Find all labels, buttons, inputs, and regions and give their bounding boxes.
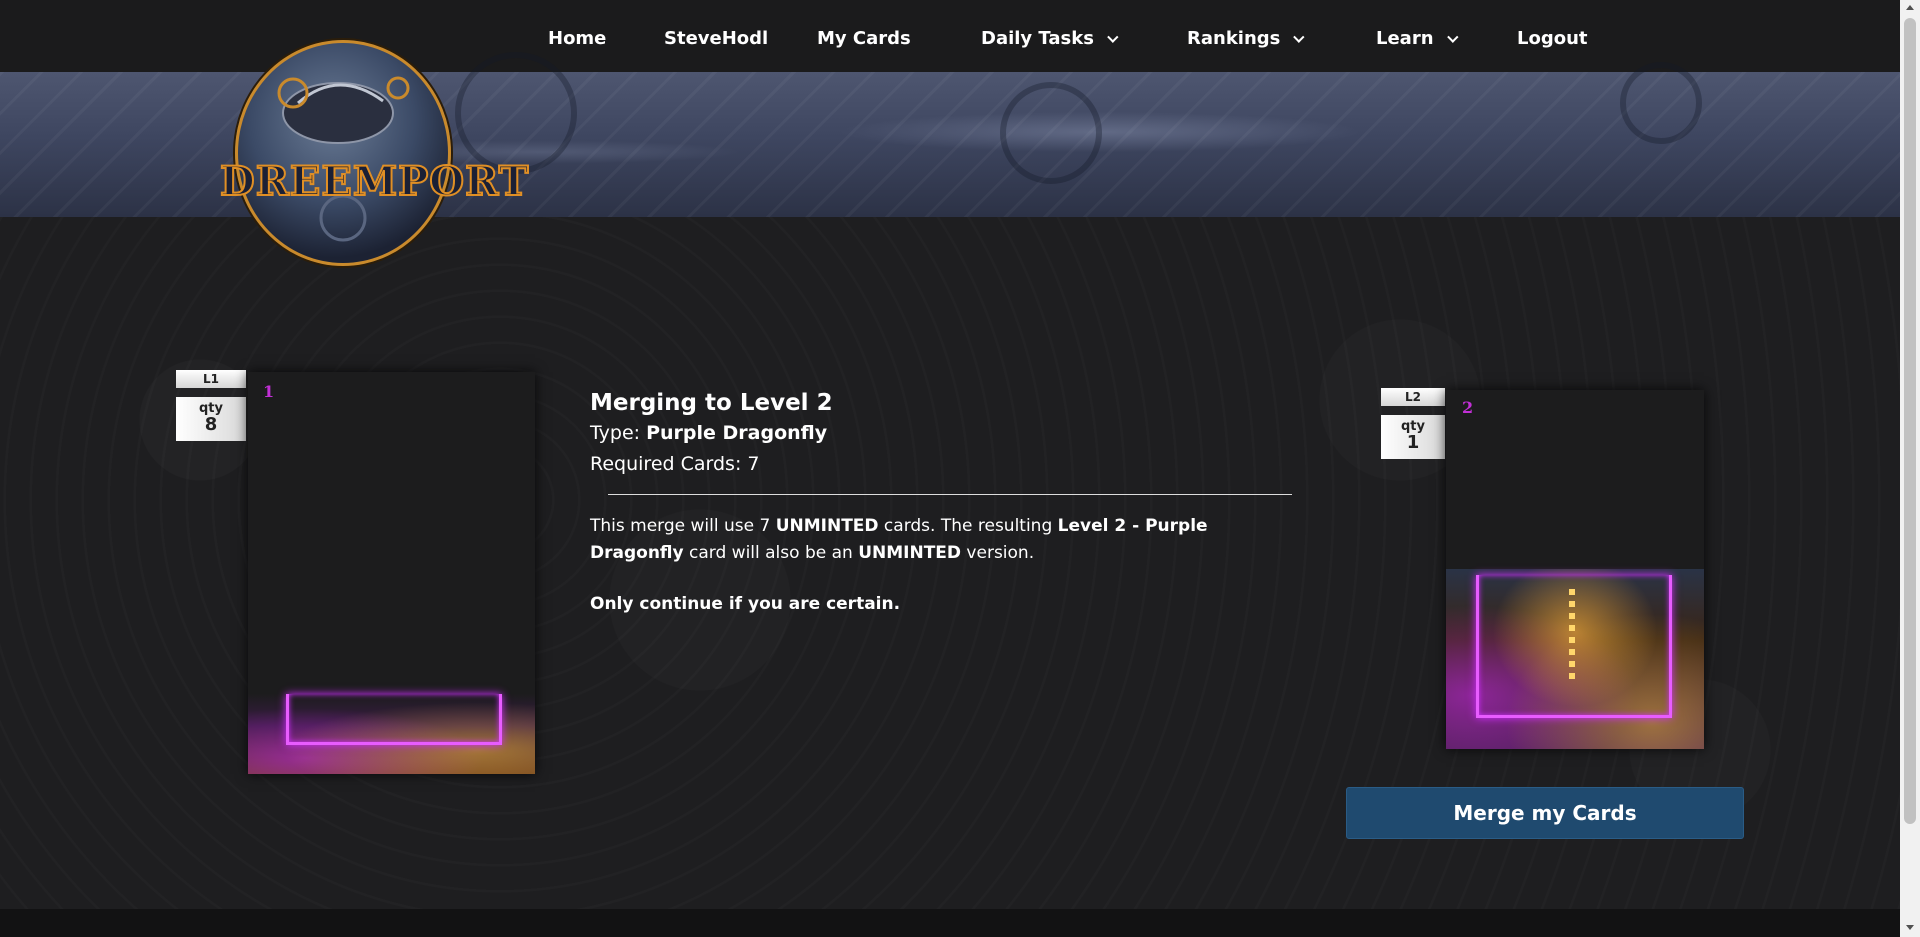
source-card[interactable]: 1	[248, 372, 535, 774]
desc-unminted: UNMINTED	[775, 516, 879, 536]
chevron-down-icon	[1107, 31, 1119, 43]
logo-emblem	[235, 40, 451, 266]
desc-unminted: UNMINTED	[858, 543, 962, 563]
qty-badge: qty 1	[1381, 415, 1445, 459]
type-label: Type:	[590, 422, 647, 444]
chevron-down-icon	[1446, 31, 1459, 43]
qty-badge: qty 8	[176, 397, 246, 441]
gear-decoration	[1000, 82, 1102, 184]
logo-text: DREEMPORT	[219, 157, 530, 206]
scroll-up-icon[interactable]	[1906, 5, 1914, 10]
desc-text: cards. The resulting	[878, 516, 1058, 536]
nav-learn[interactable]: Learn	[1376, 28, 1459, 49]
gear-decoration	[1620, 62, 1702, 144]
nav-rankings-label: Rankings	[1187, 28, 1281, 49]
airship-icon	[277, 76, 410, 242]
required-label: Required Cards:	[590, 453, 748, 475]
desc-text: This merge will use 7	[590, 516, 776, 536]
nav-home[interactable]: Home	[548, 28, 606, 49]
merge-type: Type: Purple Dragonfly	[590, 418, 1290, 449]
chevron-down-icon	[1293, 31, 1305, 43]
level-badge: L1	[176, 370, 246, 388]
card-number: 2	[1462, 398, 1474, 417]
nav-daily-tasks[interactable]: Daily Tasks	[981, 28, 1119, 49]
scroll-down-icon[interactable]	[1906, 925, 1914, 930]
merge-info: Merging to Level 2 Type: Purple Dragonfl…	[590, 388, 1292, 614]
merge-description: This merge will use 7 UNMINTED cards. Th…	[590, 513, 1290, 567]
scroll-thumb[interactable]	[1904, 18, 1916, 824]
card-frame	[1476, 575, 1672, 718]
desc-text: version.	[961, 543, 1035, 563]
nav-logout[interactable]: Logout	[1517, 28, 1588, 49]
card-art	[1446, 569, 1704, 749]
card-number: 1	[263, 382, 275, 401]
qty-value: 1	[1406, 432, 1420, 453]
result-card[interactable]: 2	[1446, 390, 1704, 749]
merge-warning: Only continue if you are certain.	[590, 594, 901, 614]
level-badge: L2	[1381, 388, 1445, 406]
qty-value: 8	[204, 414, 218, 435]
footer	[0, 909, 1900, 937]
card-frame	[286, 694, 502, 745]
desc-text: card will also be an	[683, 543, 859, 563]
card-art	[248, 694, 535, 774]
nav-daily-tasks-label: Daily Tasks	[981, 28, 1094, 49]
vertical-scrollbar[interactable]	[1900, 0, 1920, 937]
gear-decoration	[455, 52, 577, 174]
merge-title: Merging to Level 2	[590, 390, 833, 416]
nav-my-cards[interactable]: My Cards	[817, 28, 911, 49]
nav-learn-label: Learn	[1376, 28, 1434, 49]
nav-rankings[interactable]: Rankings	[1187, 28, 1305, 49]
merge-cards-button[interactable]: Merge my Cards	[1346, 787, 1744, 839]
site-logo[interactable]: DREEMPORT	[219, 40, 530, 266]
required-cards: Required Cards: 7	[590, 449, 1290, 480]
nav-user[interactable]: SteveHodl	[664, 28, 768, 49]
divider	[608, 494, 1292, 495]
type-value: Purple Dragonfly	[646, 422, 828, 444]
required-value: 7	[747, 453, 760, 475]
